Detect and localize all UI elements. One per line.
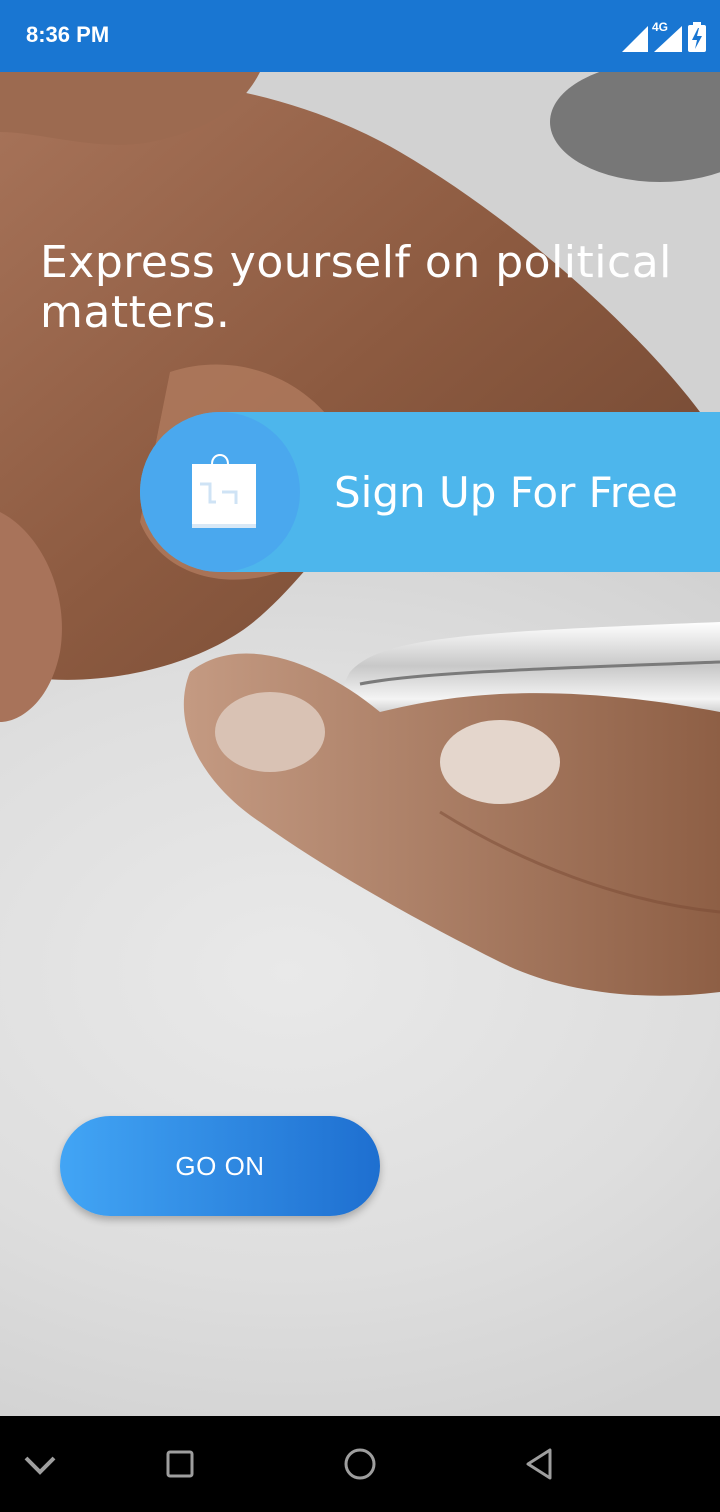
headline: Express yourself on political matters. [40,237,672,338]
signup-label: Sign Up For Free [334,468,678,517]
go-on-label: GO ON [175,1151,265,1181]
go-on-button[interactable]: GO ON [60,1116,380,1216]
status-time: 8:36 PM [26,22,110,47]
back-triangle-icon[interactable] [520,1444,560,1484]
status-bar: 8:36 PM 4G [0,0,720,72]
home-circle-icon[interactable] [340,1444,380,1484]
signup-icon-circle [140,412,300,572]
battery-charging-icon [688,22,706,52]
navigation-bar [0,1416,720,1512]
status-icons [622,18,706,52]
signal-icon [622,26,648,52]
chevron-down-icon[interactable] [20,1444,60,1484]
shopping-bag-icon [192,454,256,528]
signup-button[interactable]: Sign Up For Free [140,412,720,572]
recents-square-icon[interactable] [160,1444,200,1484]
signal-4g-icon [654,26,682,52]
